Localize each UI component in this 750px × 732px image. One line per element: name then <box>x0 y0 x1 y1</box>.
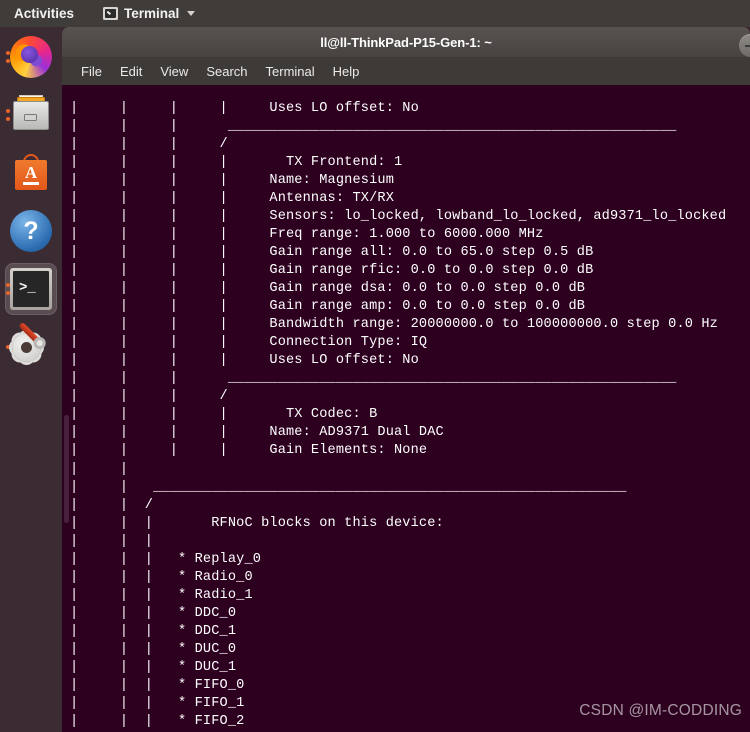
minimize-button[interactable] <box>739 34 750 57</box>
terminal-prompt-glyph: >_ <box>19 280 36 296</box>
settings-icon <box>10 321 52 368</box>
menu-item-search[interactable]: Search <box>199 61 254 82</box>
app-menu-button[interactable]: Terminal <box>103 0 196 27</box>
terminal-output-area[interactable]: | | | | Uses LO offset: No | | | _______… <box>62 85 750 732</box>
activities-button[interactable]: Activities <box>7 0 81 27</box>
ubuntu-software-icon: A <box>10 152 52 194</box>
files-icon <box>10 94 52 136</box>
terminal-icon <box>103 7 119 20</box>
menu-item-view[interactable]: View <box>153 61 195 82</box>
dock-item-help[interactable]: ? <box>5 205 57 257</box>
window-titlebar[interactable]: ll@ll-ThinkPad-P15-Gen-1: ~ <box>62 27 750 57</box>
firefox-icon <box>10 36 52 78</box>
menu-item-help[interactable]: Help <box>326 61 367 82</box>
menu-item-file[interactable]: File <box>74 61 109 82</box>
menu-bar: File Edit View Search Terminal Help <box>62 57 750 85</box>
ubuntu-dock: A ? >_ <box>0 27 62 732</box>
app-menu-label: Terminal <box>124 6 180 21</box>
window-title: ll@ll-ThinkPad-P15-Gen-1: ~ <box>320 34 492 50</box>
terminal-scrollbar[interactable] <box>64 85 69 732</box>
menu-item-edit[interactable]: Edit <box>113 61 149 82</box>
scrollbar-thumb[interactable] <box>64 415 69 523</box>
dock-item-ubuntu-software[interactable]: A <box>5 147 57 199</box>
menu-item-terminal[interactable]: Terminal <box>259 61 322 82</box>
chevron-down-icon <box>187 11 196 16</box>
gnome-top-bar: Activities Terminal <box>0 0 750 27</box>
terminal-icon: >_ <box>10 268 52 310</box>
dock-item-settings[interactable] <box>5 321 57 373</box>
dock-item-firefox[interactable] <box>5 31 57 83</box>
desktop-screen: Activities Terminal A ? >_ ll@ll-ThinkPa… <box>0 0 750 732</box>
dock-item-files[interactable] <box>5 89 57 141</box>
terminal-text: | | | | Uses LO offset: No | | | _______… <box>70 100 727 730</box>
terminal-window: ll@ll-ThinkPad-P15-Gen-1: ~ File Edit Vi… <box>62 27 750 732</box>
help-icon: ? <box>10 210 52 252</box>
dock-item-terminal[interactable]: >_ <box>5 263 57 315</box>
